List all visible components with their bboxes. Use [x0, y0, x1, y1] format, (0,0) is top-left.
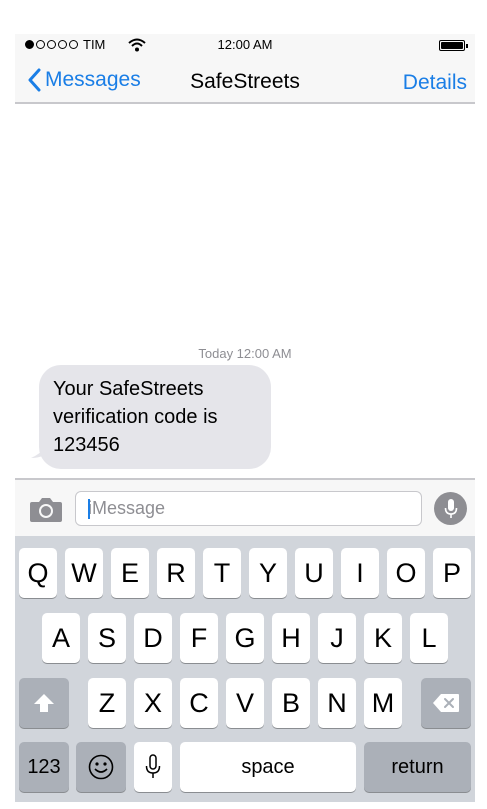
camera-icon[interactable] — [29, 495, 63, 523]
dictation-button[interactable] — [434, 492, 467, 525]
key-o[interactable]: O — [387, 548, 425, 598]
microphone-icon — [444, 498, 457, 518]
text-caret — [88, 499, 90, 519]
key-w[interactable]: W — [65, 548, 103, 598]
received-message-bubble[interactable]: Your SafeStreets verification code is 12… — [39, 365, 271, 469]
keyboard: Q W E R T Y U I O P A S D F G H J K L Z … — [15, 536, 475, 802]
compose-bar — [15, 478, 475, 536]
dictation-key[interactable] — [134, 742, 172, 792]
backspace-icon — [433, 694, 459, 712]
key-x[interactable]: X — [134, 678, 172, 728]
key-l[interactable]: L — [410, 613, 448, 663]
key-q[interactable]: Q — [19, 548, 57, 598]
key-i[interactable]: I — [341, 548, 379, 598]
emoji-icon — [88, 754, 114, 780]
delete-key[interactable] — [421, 678, 471, 728]
key-v[interactable]: V — [226, 678, 264, 728]
key-h[interactable]: H — [272, 613, 310, 663]
status-bar: TIM 12:00 AM — [15, 34, 475, 56]
key-a[interactable]: A — [42, 613, 80, 663]
back-button-label: Messages — [45, 68, 141, 91]
key-s[interactable]: S — [88, 613, 126, 663]
emoji-key[interactable] — [76, 742, 126, 792]
return-key[interactable]: return — [364, 742, 471, 792]
message-timestamp: Today 12:00 AM — [198, 346, 292, 361]
battery-icon — [439, 40, 468, 51]
conversation-title: SafeStreets — [190, 70, 300, 93]
nav-bar: Messages SafeStreets Details — [15, 56, 475, 104]
key-g[interactable]: G — [226, 613, 264, 663]
key-t[interactable]: T — [203, 548, 241, 598]
message-input[interactable] — [75, 491, 422, 526]
key-j[interactable]: J — [318, 613, 356, 663]
key-r[interactable]: R — [157, 548, 195, 598]
key-y[interactable]: Y — [249, 548, 287, 598]
key-b[interactable]: B — [272, 678, 310, 728]
key-m[interactable]: M — [364, 678, 402, 728]
shift-key[interactable] — [19, 678, 69, 728]
key-u[interactable]: U — [295, 548, 333, 598]
key-k[interactable]: K — [364, 613, 402, 663]
space-key[interactable]: space — [180, 742, 356, 792]
message-line: 123456 — [53, 434, 120, 456]
key-n[interactable]: N — [318, 678, 356, 728]
microphone-icon — [145, 754, 161, 778]
key-d[interactable]: D — [134, 613, 172, 663]
key-z[interactable]: Z — [88, 678, 126, 728]
status-time: 12:00 AM — [217, 37, 273, 52]
key-e[interactable]: E — [111, 548, 149, 598]
numbers-key[interactable]: 123 — [19, 742, 69, 792]
message-line: verification code is — [53, 406, 218, 428]
chevron-left-icon — [28, 68, 41, 92]
message-line: Your SafeStreets — [53, 378, 204, 400]
phone-screen: TIM 12:00 AM Messages SafeStreets Detail… — [15, 34, 475, 802]
details-button[interactable]: Details — [403, 71, 467, 95]
key-f[interactable]: F — [180, 613, 218, 663]
shift-arrow-icon — [34, 694, 54, 712]
key-p[interactable]: P — [433, 548, 471, 598]
message-thread[interactable]: Today 12:00 AM Your SafeStreets verifica… — [15, 104, 475, 478]
back-button[interactable]: Messages — [27, 68, 141, 92]
key-c[interactable]: C — [180, 678, 218, 728]
